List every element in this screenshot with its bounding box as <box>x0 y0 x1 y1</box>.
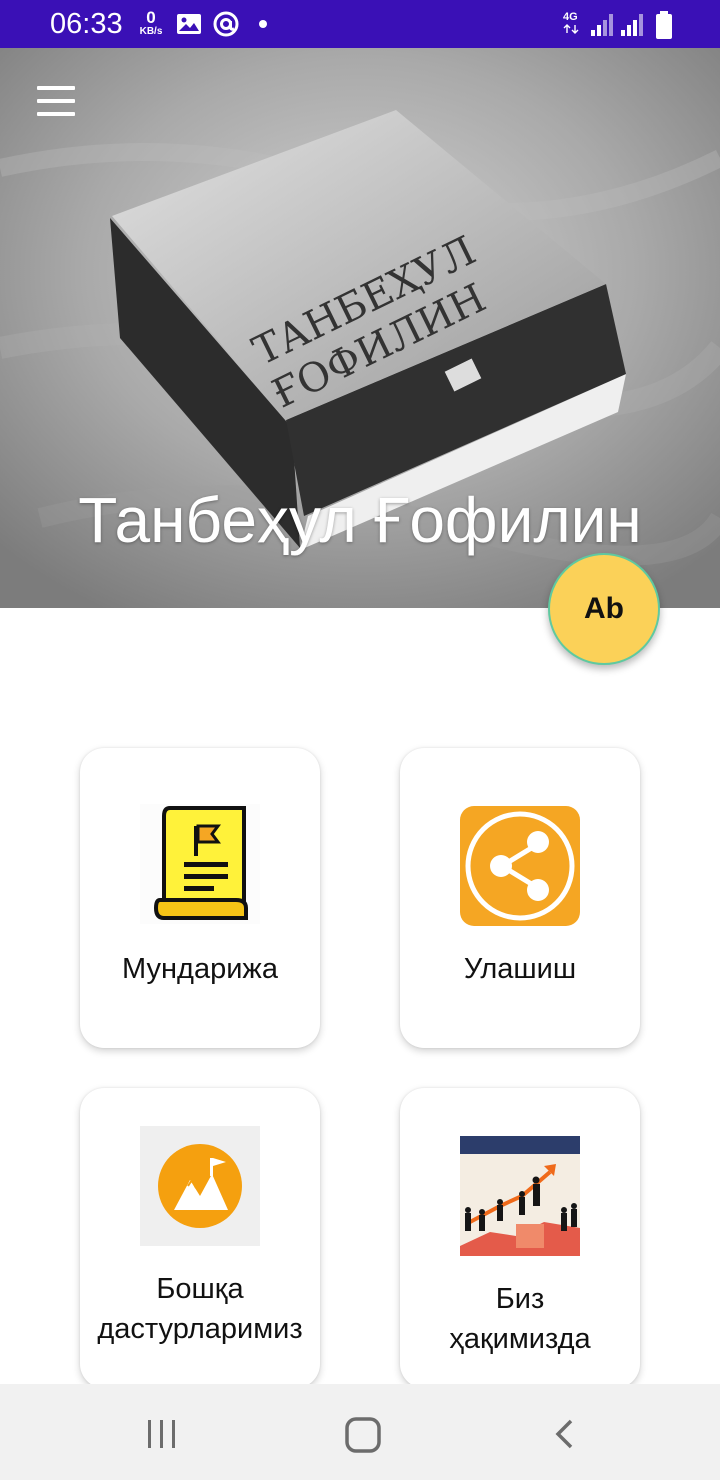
business-growth-icon <box>460 1136 580 1256</box>
network-speed: 0 KB/s <box>136 9 166 37</box>
system-navigation-bar <box>0 1384 720 1480</box>
about-us-label-line2: ҳақимизда <box>449 1323 591 1355</box>
scroll-document-icon <box>140 804 260 924</box>
share-card[interactable]: Улашиш <box>400 748 640 1048</box>
signal-icon-2 <box>621 14 643 36</box>
network-type: 4G <box>563 12 581 34</box>
recents-icon[interactable] <box>144 1418 180 1450</box>
font-settings-button[interactable]: Ab <box>548 553 660 665</box>
mountain-flag-icon <box>140 1126 260 1246</box>
at-icon <box>213 11 239 37</box>
page-title: Танбеҳул Ғофилин <box>78 484 642 556</box>
dot-icon <box>259 20 267 28</box>
about-us-card[interactable]: Биз ҳақимизда <box>400 1088 640 1388</box>
header-banner: ТАНБЕҲУЛ ҒОФИЛИН Танбеҳул Ғофилин <box>0 48 720 608</box>
image-icon <box>177 14 201 34</box>
network-speed-value: 0 <box>146 8 156 27</box>
other-apps-card[interactable]: Бошқа дастурларимиз <box>80 1088 320 1388</box>
about-us-label-line1: Биз <box>495 1283 545 1315</box>
clock: 06:33 <box>50 8 123 40</box>
contents-label: Мундарижа <box>122 953 278 985</box>
status-bar: 06:33 0 KB/s 4G <box>0 0 720 48</box>
hamburger-menu-icon[interactable] <box>30 86 82 126</box>
contents-card[interactable]: Мундарижа <box>80 748 320 1048</box>
share-icon <box>460 806 580 926</box>
other-apps-label-line2: дастурларимиз <box>97 1313 303 1345</box>
signal-icon <box>591 14 613 36</box>
share-label: Улашиш <box>463 953 577 985</box>
other-apps-label-line1: Бошқа <box>156 1273 244 1305</box>
home-icon[interactable] <box>344 1416 382 1454</box>
data-arrows-icon <box>563 24 579 34</box>
battery-icon <box>656 11 672 39</box>
network-speed-unit: KB/s <box>139 26 163 37</box>
back-icon[interactable] <box>550 1418 580 1450</box>
